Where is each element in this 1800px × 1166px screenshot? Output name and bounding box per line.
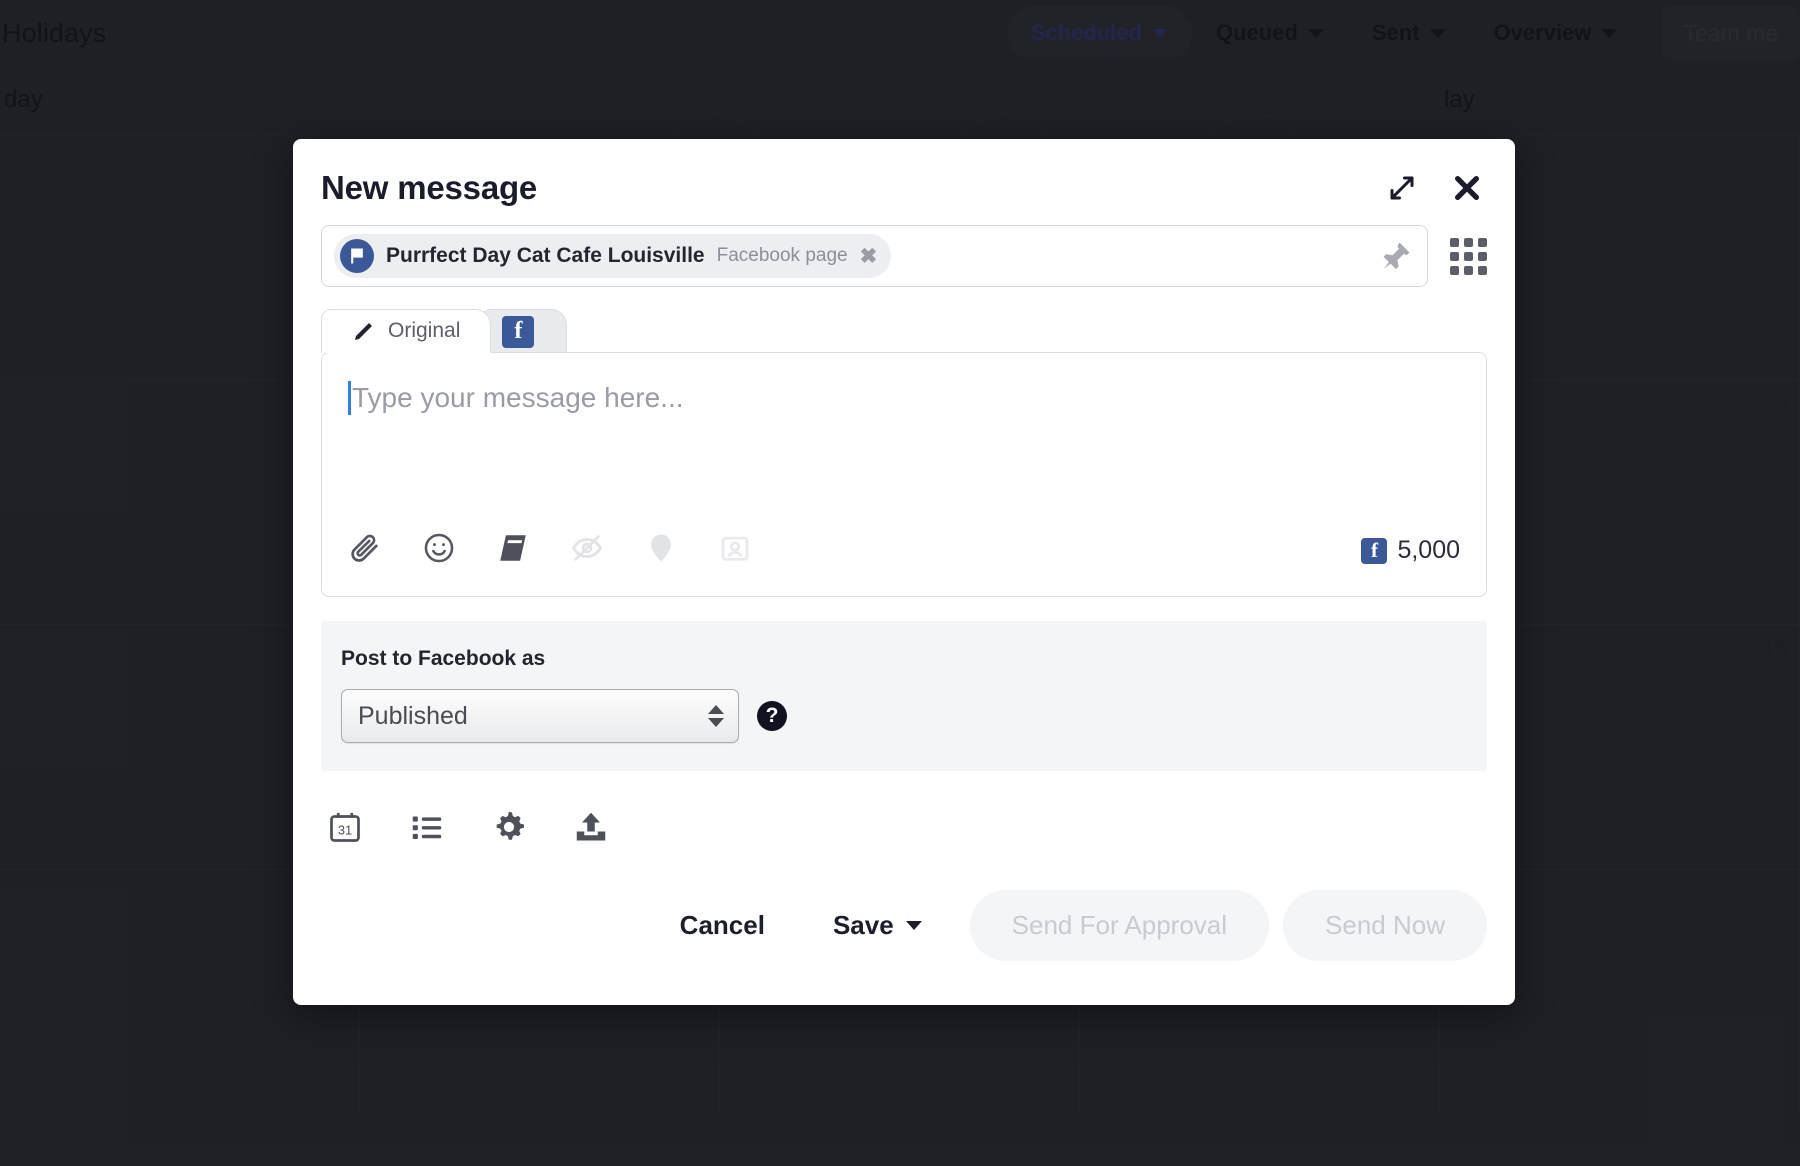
tab-label: Original [388,319,461,342]
new-message-modal: New message Purrfect Day Cat Cafe Louisv… [293,139,1515,1005]
close-icon[interactable] [1451,172,1483,204]
svg-text:31: 31 [338,823,352,838]
post-as-label: Post to Facebook as [341,647,546,670]
calendar-icon[interactable]: 31 [327,809,363,850]
post-as-row: Published ? [341,689,1465,743]
expand-icon[interactable] [1387,173,1417,203]
selected-profile-chip[interactable]: Purrfect Day Cat Cafe Louisville Faceboo… [334,234,892,278]
post-as-selected-value: Published [358,701,468,730]
send-for-approval-button[interactable]: Send For Approval [969,890,1270,961]
eye-slash-icon [570,531,604,570]
profile-type-label: Facebook page [716,245,848,266]
modal-title: New message [321,169,538,206]
user-tag-icon [718,531,752,570]
stepper-arrows-icon [708,705,724,727]
message-textarea[interactable]: Type your message here... [348,375,1460,525]
location-icon [644,531,678,570]
library-icon[interactable] [496,531,530,570]
help-icon[interactable]: ? [757,701,787,731]
list-icon[interactable] [409,809,445,850]
facebook-page-avatar [340,239,374,273]
save-button-label: Save [832,910,894,940]
pencil-icon [355,323,372,340]
send-now-button[interactable]: Send Now [1283,890,1487,961]
profile-selector[interactable]: Purrfect Day Cat Cafe Louisville Faceboo… [321,225,1428,287]
cancel-button[interactable]: Cancel [646,892,799,959]
text-cursor [348,381,351,415]
chevron-down-icon [905,921,922,930]
attach-icon[interactable] [348,531,382,570]
settings-gear-icon[interactable] [491,809,527,850]
facebook-icon: f [1361,537,1388,564]
tab-facebook[interactable]: f [481,309,568,353]
profile-name: Purrfect Day Cat Cafe Louisville [386,244,705,267]
modal-options-toolbar: 31 [321,771,1487,876]
modal-header-actions [1387,172,1487,204]
composer-tabs: Original f [321,309,1487,353]
save-button[interactable]: Save [799,892,956,959]
post-as-select[interactable]: Published [341,689,739,743]
remove-profile-icon[interactable]: ✖ [860,246,878,267]
composer-toolbar: f 5,000 [348,525,1460,596]
character-counter: f 5,000 [1361,536,1460,565]
profile-selector-row: Purrfect Day Cat Cafe Louisville Faceboo… [321,225,1487,287]
modal-footer: Cancel Save Send For Approval Send Now [321,876,1487,1005]
pushpin-icon[interactable] [1379,239,1413,273]
emoji-icon[interactable] [422,531,456,570]
message-composer[interactable]: Type your message here... f 5,000 [321,352,1487,597]
tab-original[interactable]: Original [321,309,492,353]
app-grid-icon[interactable] [1450,237,1487,275]
character-count-value: 5,000 [1397,536,1460,564]
modal-header: New message [321,139,1487,225]
post-as-panel: Post to Facebook as Published ? [321,621,1487,771]
message-placeholder: Type your message here... [352,382,684,413]
facebook-icon: f [502,315,535,348]
upload-icon[interactable] [573,809,609,850]
